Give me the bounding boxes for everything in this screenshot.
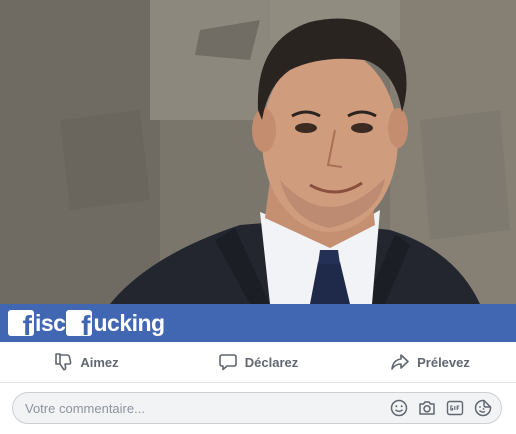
post-card: f isc f ucking Aimez Déclarez Prélevez	[0, 0, 516, 434]
prelevez-label: Prélevez	[417, 354, 470, 370]
declarez-label: Déclarez	[244, 354, 299, 370]
logo-text-part2: ucking	[93, 310, 165, 336]
gif-icon[interactable]	[445, 398, 465, 418]
brand-banner: f isc f ucking	[0, 304, 516, 342]
logo-f-box-1: f	[8, 310, 34, 340]
action-bar: Aimez Déclarez Prélevez	[0, 342, 516, 383]
thumbs-down-icon	[55, 353, 72, 371]
brand-logo: f isc f ucking	[8, 304, 166, 342]
sticker-icon[interactable]	[473, 398, 493, 418]
logo-text-part1: isc	[35, 310, 66, 336]
declarez-button[interactable]: Déclarez	[172, 352, 344, 372]
camera-icon[interactable]	[417, 398, 437, 418]
prelevez-button[interactable]: Prélevez	[344, 352, 516, 372]
comment-icons	[381, 398, 493, 418]
logo-f-letter: f	[81, 310, 91, 341]
speech-bubble-icon	[218, 354, 237, 371]
comment-input[interactable]	[23, 399, 381, 417]
logo-f-letter: f	[22, 310, 32, 341]
share-arrow-icon	[391, 354, 409, 370]
logo-f-box-2: f	[66, 310, 93, 340]
aimez-button[interactable]: Aimez	[0, 352, 172, 372]
comment-box	[12, 392, 502, 424]
smiley-icon[interactable]	[389, 398, 409, 418]
aimez-label: Aimez	[80, 354, 119, 370]
post-photo	[0, 0, 516, 304]
